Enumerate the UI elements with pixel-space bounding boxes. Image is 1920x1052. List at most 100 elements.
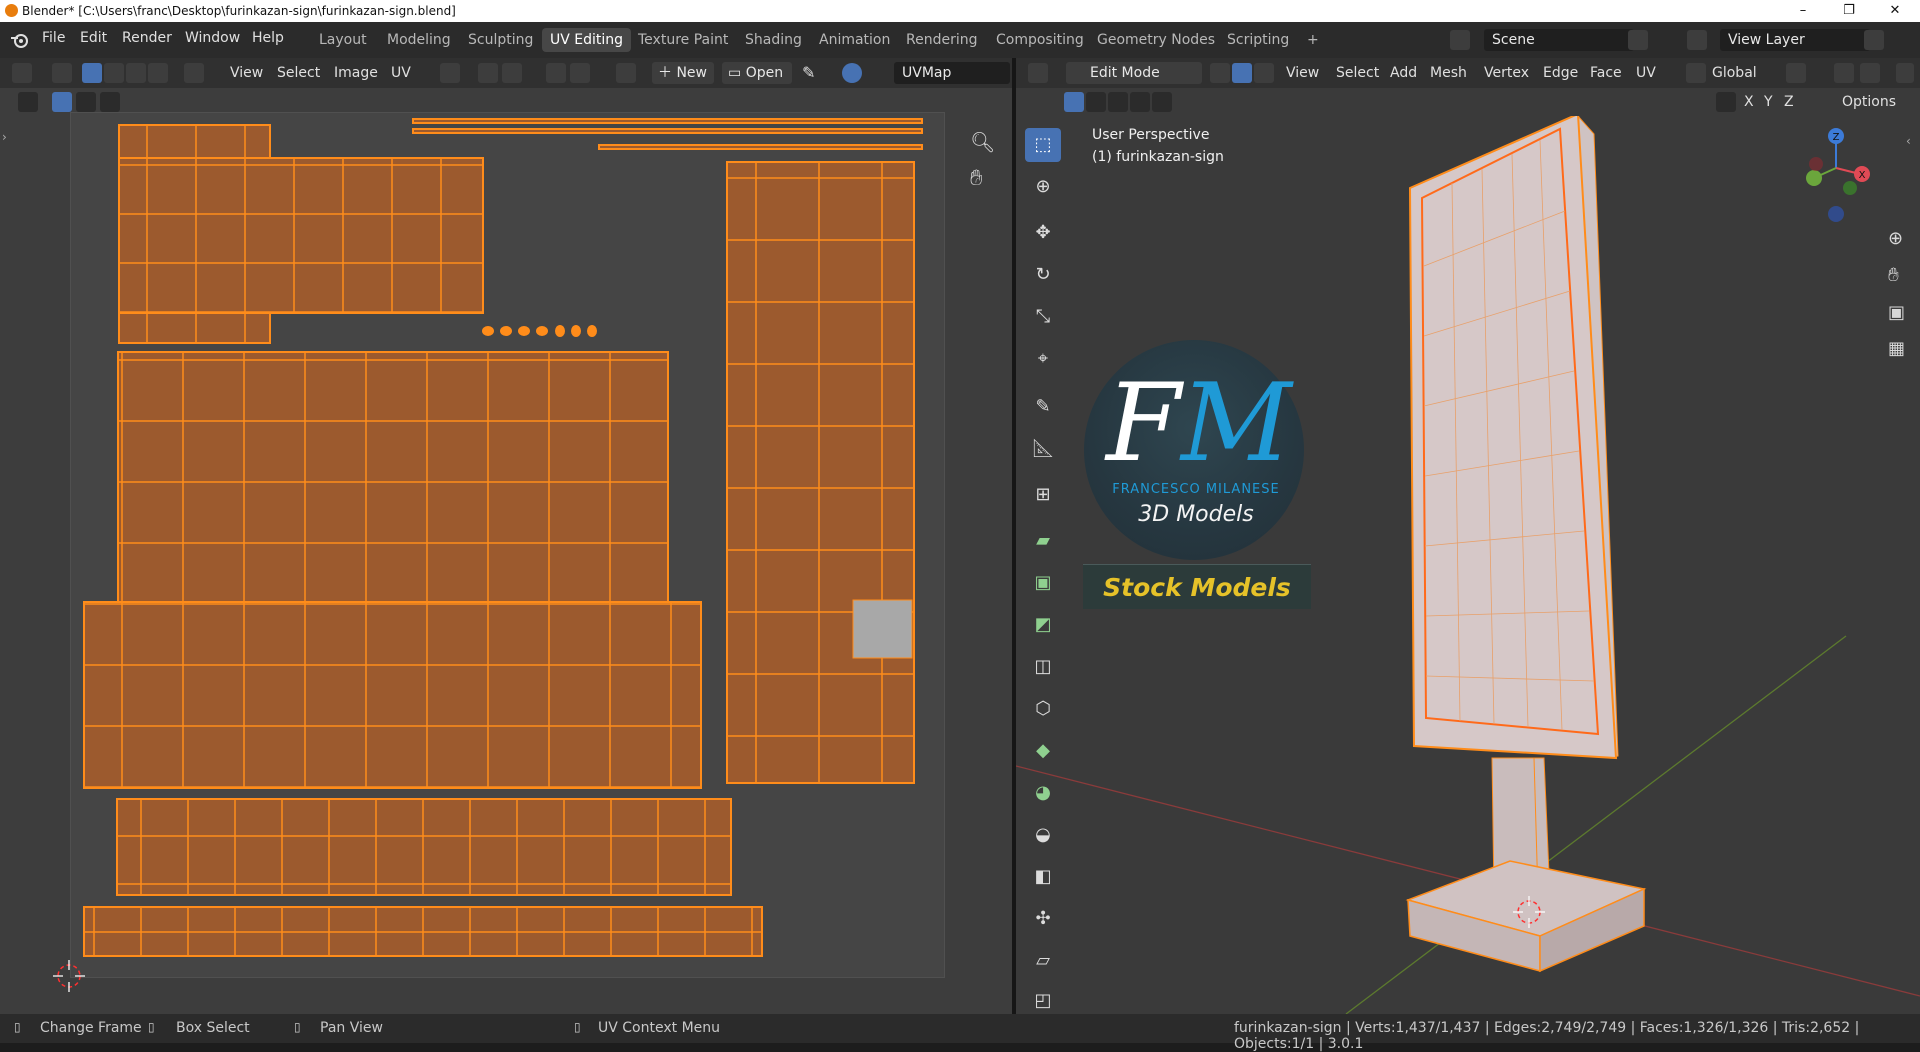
sticky-select-icon[interactable] (184, 63, 204, 83)
face-select-icon[interactable] (126, 63, 146, 83)
minimize-button[interactable]: – (1780, 1, 1826, 21)
select-mode-new-icon[interactable] (52, 92, 72, 112)
tab-uv-editing[interactable]: UV Editing (542, 28, 632, 52)
add-cube-tool[interactable]: ⊞ (1025, 478, 1061, 512)
bevel-tool[interactable]: ◩ (1025, 608, 1061, 642)
close-button[interactable]: ✕ (1872, 1, 1918, 21)
ortho-toggle-icon[interactable]: ▦ (1888, 338, 1905, 359)
vertex-mode-icon[interactable] (1210, 63, 1230, 83)
camera-view-icon[interactable]: ▣ (1888, 302, 1905, 323)
transform-tool[interactable]: ⌖ (1025, 342, 1061, 376)
shrink-fatten-tool[interactable]: ✣ (1025, 902, 1061, 936)
editor-type-3d-icon[interactable] (1028, 63, 1048, 83)
snap-icon[interactable] (478, 63, 498, 83)
uv-2d-cursor[interactable] (53, 960, 85, 992)
menu-help[interactable]: Help (252, 30, 284, 46)
extrude-tool[interactable]: ▰ (1025, 524, 1061, 558)
select-mode-subtract-icon[interactable] (100, 92, 120, 112)
v3d-menu-face[interactable]: Face (1590, 62, 1622, 84)
maximize-button[interactable]: ❐ (1826, 1, 1872, 21)
v3d-menu-edge[interactable]: Edge (1543, 62, 1578, 84)
tab-shading[interactable]: Shading (737, 28, 810, 52)
uv-island[interactable] (118, 124, 271, 159)
uvmap-field[interactable]: UVMap (894, 62, 1010, 84)
uv-island[interactable] (726, 161, 915, 784)
axis-z-toggle[interactable]: Z (1784, 91, 1794, 113)
uv-menu-image[interactable]: Image (334, 62, 378, 84)
scale-tool[interactable]: ⤡ (1025, 300, 1061, 334)
tab-animation[interactable]: Animation (811, 28, 898, 52)
new-image-button[interactable]: ＋ New (652, 62, 714, 84)
tab-compositing[interactable]: Compositing (988, 28, 1092, 52)
image-browse-icon[interactable] (616, 63, 636, 83)
view-layer-field[interactable]: View Layer (1720, 29, 1870, 51)
mirror-icon[interactable] (1716, 92, 1736, 112)
island-select-icon[interactable] (148, 63, 168, 83)
edge-slide-tool[interactable]: ◧ (1025, 860, 1061, 894)
uv-strip[interactable] (412, 128, 923, 134)
uv-small-islands[interactable] (482, 325, 597, 337)
scene-icon[interactable] (1450, 30, 1470, 50)
face-mode-icon[interactable] (1254, 63, 1274, 83)
v3d-menu-vertex[interactable]: Vertex (1484, 62, 1529, 84)
proportional-edit-icon[interactable] (546, 63, 566, 83)
3d-viewport[interactable]: User Perspective (1) furinkazan-sign Z X… (1016, 116, 1920, 1014)
options-dropdown[interactable]: Options (1842, 91, 1896, 113)
zoom-view-icon[interactable]: ⊕ (1888, 228, 1903, 249)
tab-geometry-nodes[interactable]: Geometry Nodes (1089, 28, 1223, 52)
v3d-menu-add[interactable]: Add (1390, 62, 1417, 84)
falloff-icon[interactable] (570, 63, 590, 83)
spin-tool[interactable]: ◕ (1025, 776, 1061, 810)
menu-window[interactable]: Window (185, 30, 240, 46)
orientation-dropdown[interactable]: Global (1712, 62, 1757, 84)
select-box-tool[interactable]: ⬚ (1025, 128, 1061, 162)
pivot-icon[interactable] (440, 63, 460, 83)
zoom-icon[interactable]: 🔍︎ (970, 130, 995, 154)
proportional-icon[interactable] (1896, 63, 1914, 83)
rip-tool[interactable]: ◰ (1025, 984, 1061, 1018)
open-image-button[interactable]: ▭ Open (722, 62, 792, 84)
tab-modeling[interactable]: Modeling (379, 28, 459, 52)
move-tool[interactable]: ✥ (1025, 216, 1061, 250)
sync-selection-icon[interactable] (52, 63, 72, 83)
uv-island[interactable] (117, 351, 669, 603)
uv-editor-viewport[interactable]: 🔍︎ ✋︎ › (0, 112, 1012, 1014)
knife-tool[interactable]: ⬡ (1025, 692, 1061, 726)
overlay-icon[interactable] (842, 63, 862, 83)
select-intersect-icon[interactable] (1152, 92, 1172, 112)
v3d-menu-uv[interactable]: UV (1636, 62, 1656, 84)
uv-strip[interactable] (412, 118, 923, 124)
sidebar-toggle-icon[interactable]: ‹ (1906, 134, 1911, 148)
menu-render[interactable]: Render (122, 30, 172, 46)
v3d-menu-mesh[interactable]: Mesh (1430, 62, 1467, 84)
new-view-layer-icon[interactable] (1864, 30, 1884, 50)
select-new-icon[interactable] (1064, 92, 1084, 112)
select-subtract-icon[interactable] (1108, 92, 1128, 112)
uv-islands[interactable] (0, 116, 1012, 1014)
blender-icon[interactable] (10, 32, 30, 48)
v3d-menu-select[interactable]: Select (1336, 62, 1379, 84)
selected-uv-face[interactable] (852, 599, 913, 659)
snap-target-icon[interactable] (502, 63, 522, 83)
scene-field[interactable]: Scene (1484, 29, 1634, 51)
annotate-tool[interactable]: ✎ (1025, 390, 1061, 424)
uv-strip[interactable] (598, 144, 923, 150)
loop-cut-tool[interactable]: ◫ (1025, 650, 1061, 684)
tab-rendering[interactable]: Rendering (898, 28, 986, 52)
smooth-tool[interactable]: ◒ (1025, 818, 1061, 852)
editor-type-icon[interactable] (12, 63, 32, 83)
inset-tool[interactable]: ▣ (1025, 566, 1061, 600)
uv-island[interactable] (83, 601, 702, 789)
navigation-gizmo[interactable]: Z X (1796, 128, 1876, 228)
uv-menu-view[interactable]: View (230, 62, 263, 84)
add-workspace-button[interactable]: + (1299, 28, 1327, 52)
menu-edit[interactable]: Edit (80, 30, 107, 46)
edge-mode-icon[interactable] (1232, 63, 1252, 83)
pivot-point-icon[interactable] (1786, 63, 1806, 83)
menu-file[interactable]: File (42, 30, 65, 46)
axis-y-toggle[interactable]: Y (1764, 91, 1773, 113)
axis-x-toggle[interactable]: X (1744, 91, 1754, 113)
tab-sculpting[interactable]: Sculpting (460, 28, 541, 52)
uv-island[interactable] (118, 312, 271, 344)
new-scene-icon[interactable] (1628, 30, 1648, 50)
